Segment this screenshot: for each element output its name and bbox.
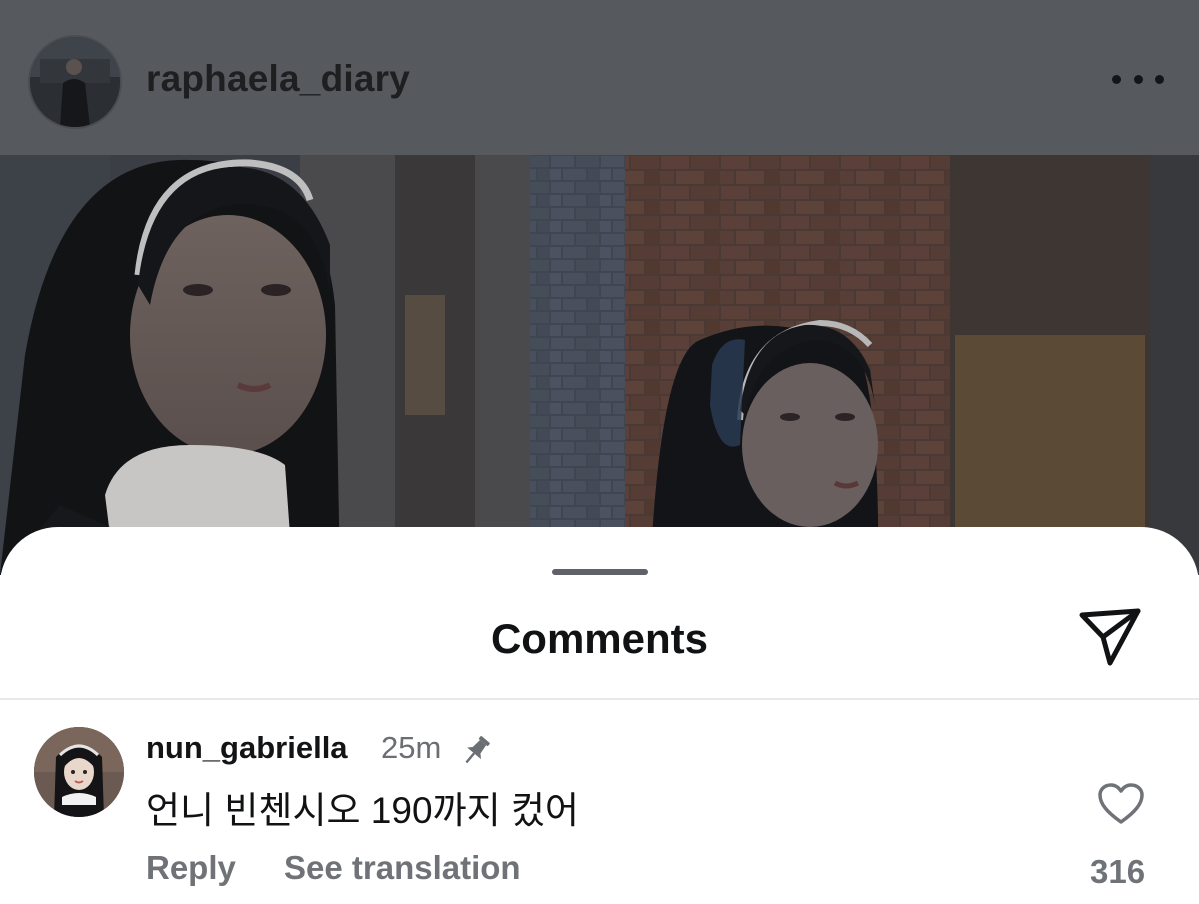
heart-icon[interactable] <box>1097 782 1145 826</box>
sheet-divider <box>0 698 1199 700</box>
post-image <box>0 155 1199 575</box>
comments-sheet: Comments nun_gabriella 25m 언니 빈첸시오 190까지… <box>0 527 1199 904</box>
reply-button[interactable]: Reply <box>146 849 236 887</box>
pin-icon <box>458 733 494 769</box>
post-header: raphaela_diary <box>0 0 1199 155</box>
see-translation-button[interactable]: See translation <box>284 849 521 887</box>
like-count: 316 <box>1090 853 1146 890</box>
post-author-username[interactable]: raphaela_diary <box>146 58 410 100</box>
sheet-drag-handle[interactable] <box>552 569 648 575</box>
post-author-avatar[interactable] <box>30 37 120 127</box>
comment-timestamp: 25m <box>381 730 442 765</box>
comment-text: 언니 빈첸시오 190까지 컸어 <box>146 790 579 831</box>
comment-username[interactable]: nun_gabriella <box>146 730 348 766</box>
more-options-icon[interactable] <box>1112 68 1164 90</box>
comment-author-avatar[interactable] <box>34 727 124 817</box>
sheet-title: Comments <box>490 615 709 662</box>
paper-plane-icon[interactable] <box>1076 605 1144 669</box>
